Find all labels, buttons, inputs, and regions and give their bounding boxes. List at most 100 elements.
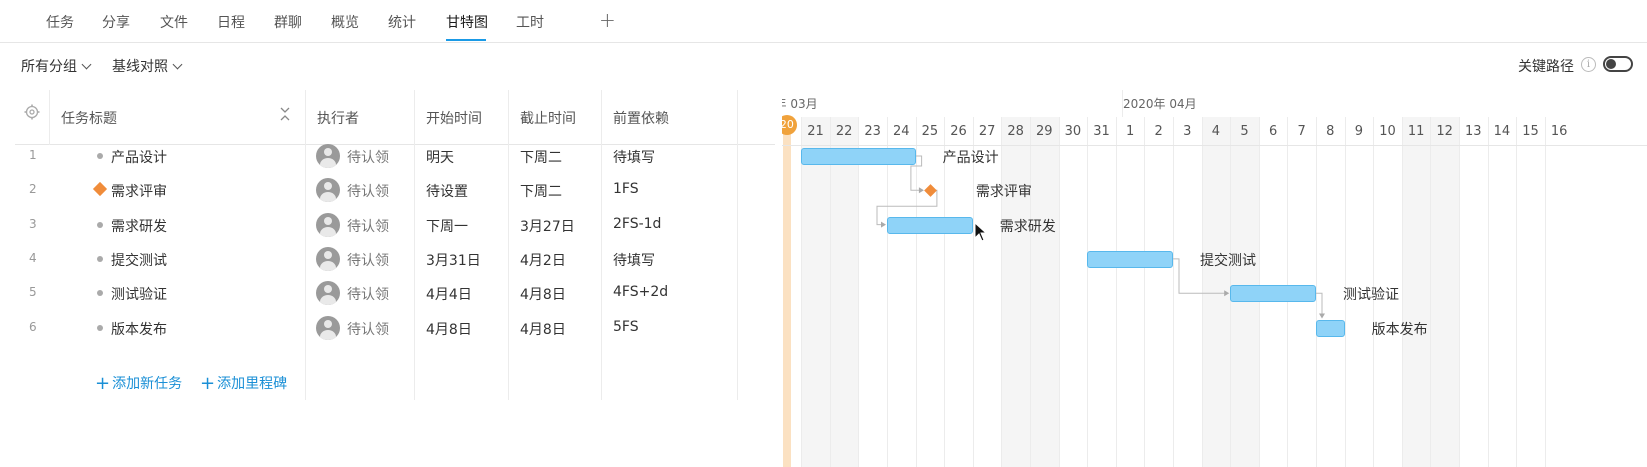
end-date[interactable]: 下周二 [520, 147, 562, 167]
tab-share[interactable]: 分享 [102, 12, 130, 32]
tab-tasks[interactable]: 任务 [46, 12, 74, 32]
avatar[interactable] [316, 315, 340, 340]
tab-gantt[interactable]: 甘特图 [446, 12, 488, 32]
chevron-down-icon [81, 59, 92, 70]
start-date[interactable]: 待设置 [426, 181, 468, 201]
task-title[interactable]: 提交测试 [111, 250, 167, 270]
bar-label: 需求评审 [975, 184, 1032, 201]
avatar[interactable] [316, 178, 340, 203]
dependency[interactable]: 待填写 [613, 147, 655, 167]
task-bar[interactable] [1230, 285, 1316, 303]
dependency[interactable]: 1FS [613, 181, 639, 197]
col-header-deps: 前置依赖 [613, 111, 669, 127]
table-row[interactable]: 1 产品设计 待认领 明天 下周二 待填写 [15, 138, 775, 174]
tab-overview[interactable]: 概览 [331, 12, 359, 32]
task-bar[interactable] [1316, 319, 1345, 337]
task-title[interactable]: 产品设计 [111, 147, 167, 167]
table-row[interactable]: 4 提交测试 待认领 3月31日 4月2日 待填写 [15, 241, 775, 277]
tab-files[interactable]: 文件 [160, 12, 188, 32]
add-task-button[interactable]: + 添加新任务 [95, 372, 182, 394]
dependency-link [1316, 292, 1323, 317]
gantt-app: 任务 分享 文件 日程 群聊 概览 统计 甘特图 工时 + 所有分组 基线对照 … [0, 0, 1647, 467]
table-row[interactable]: 3 需求研发 待认领 下周一 3月27日 2FS-1d [15, 207, 775, 243]
table-row[interactable]: 5 测试验证 待认领 4月4日 4月8日 4FS+2d [15, 275, 775, 311]
row-number: 3 [29, 216, 37, 231]
avatar[interactable] [316, 144, 340, 168]
add-tab-icon[interactable]: + [599, 8, 616, 32]
row-number: 6 [29, 319, 37, 334]
row-number: 4 [29, 250, 37, 265]
assignee[interactable]: 待认领 [347, 319, 389, 339]
plus-icon: + [200, 373, 216, 394]
tab-group-chat[interactable]: 群聊 [274, 12, 302, 32]
tab-schedule[interactable]: 日程 [217, 12, 245, 32]
task-title[interactable]: 版本发布 [111, 319, 167, 339]
task-dot-icon [97, 255, 103, 262]
start-date[interactable]: 4月8日 [426, 319, 472, 339]
assignee[interactable]: 待认领 [347, 181, 389, 201]
assignee[interactable]: 待认领 [347, 216, 389, 236]
tab-work-hours[interactable]: 工时 [516, 12, 544, 32]
task-bar[interactable] [887, 216, 973, 234]
table-row[interactable]: 2 需求评审 待认领 待设置 下周二 1FS [15, 172, 775, 208]
table-row[interactable]: 6 版本发布 待认领 4月8日 4月8日 5FS [15, 310, 775, 346]
baseline-dropdown-label: 基线对照 [112, 59, 168, 75]
start-date[interactable]: 下周一 [426, 216, 468, 236]
add-milestone-button[interactable]: + 添加里程碑 [200, 372, 288, 394]
task-dot-icon [97, 153, 103, 159]
avatar[interactable] [316, 212, 340, 237]
end-date[interactable]: 下周二 [520, 181, 562, 201]
plus-icon: + [95, 373, 111, 394]
task-bar[interactable] [1087, 250, 1173, 268]
arrow-icon [1319, 313, 1325, 319]
avatar[interactable] [316, 281, 340, 306]
end-date[interactable]: 4月8日 [520, 284, 566, 304]
assignee[interactable]: 待认领 [347, 147, 389, 167]
row-number: 5 [29, 285, 37, 300]
task-title[interactable]: 需求评审 [111, 181, 167, 201]
avatar[interactable] [316, 246, 340, 271]
collapse-icon[interactable] [279, 105, 291, 123]
baseline-dropdown[interactable]: 基线对照 [112, 56, 183, 76]
group-dropdown[interactable]: 所有分组 [21, 56, 92, 76]
bar-label: 产品设计 [942, 150, 999, 166]
group-dropdown-label: 所有分组 [21, 59, 77, 75]
mouse-cursor-icon [974, 222, 986, 242]
end-date[interactable]: 4月8日 [520, 319, 566, 339]
task-dot-icon [97, 324, 103, 331]
bar-label: 需求研发 [999, 218, 1056, 235]
critical-path-toggle[interactable] [1603, 56, 1633, 72]
header-divider [49, 90, 50, 145]
dependency[interactable]: 5FS [613, 319, 639, 335]
dependency[interactable]: 4FS+2d [613, 284, 668, 300]
assignee[interactable]: 待认领 [347, 284, 389, 304]
toggle-knob [1606, 59, 1616, 69]
bar-label: 测试验证 [1343, 287, 1399, 304]
project-tabs: 任务 分享 文件 日程 群聊 概览 统计 甘特图 工时 + [0, 0, 1647, 43]
end-date[interactable]: 4月2日 [520, 250, 566, 270]
task-dot-icon [97, 290, 103, 297]
settings-gear-icon[interactable] [24, 104, 40, 120]
start-date[interactable]: 明天 [426, 147, 454, 167]
dependency[interactable]: 待填写 [613, 250, 655, 270]
assignee[interactable]: 待认领 [347, 250, 389, 270]
start-date[interactable]: 4月4日 [426, 284, 472, 304]
start-date[interactable]: 3月31日 [426, 250, 481, 270]
dependency-links [876, 155, 1325, 319]
chevron-down-icon [172, 59, 183, 70]
bar-label: 版本发布 [1371, 321, 1428, 338]
task-table: 任务标题 执行者 开始时间 截止时间 前置依赖 1 产品设计 待认领 明天 下周二 待填写… [15, 90, 775, 467]
add-milestone-label: 添加里程碑 [217, 376, 288, 392]
end-date[interactable]: 3月27日 [520, 216, 575, 236]
task-bar[interactable] [801, 148, 916, 165]
info-icon[interactable]: i [1581, 57, 1596, 72]
row-number: 2 [29, 182, 37, 197]
milestone-icon [92, 182, 108, 197]
col-header-title: 任务标题 [61, 111, 117, 127]
tab-statistics[interactable]: 统计 [388, 12, 416, 32]
dependency[interactable]: 2FS-1d [613, 216, 661, 232]
arrow-icon [1224, 290, 1230, 297]
task-title[interactable]: 测试验证 [111, 284, 167, 304]
critical-path-label: 关键路径 [1518, 59, 1574, 75]
task-title[interactable]: 需求研发 [111, 216, 167, 236]
